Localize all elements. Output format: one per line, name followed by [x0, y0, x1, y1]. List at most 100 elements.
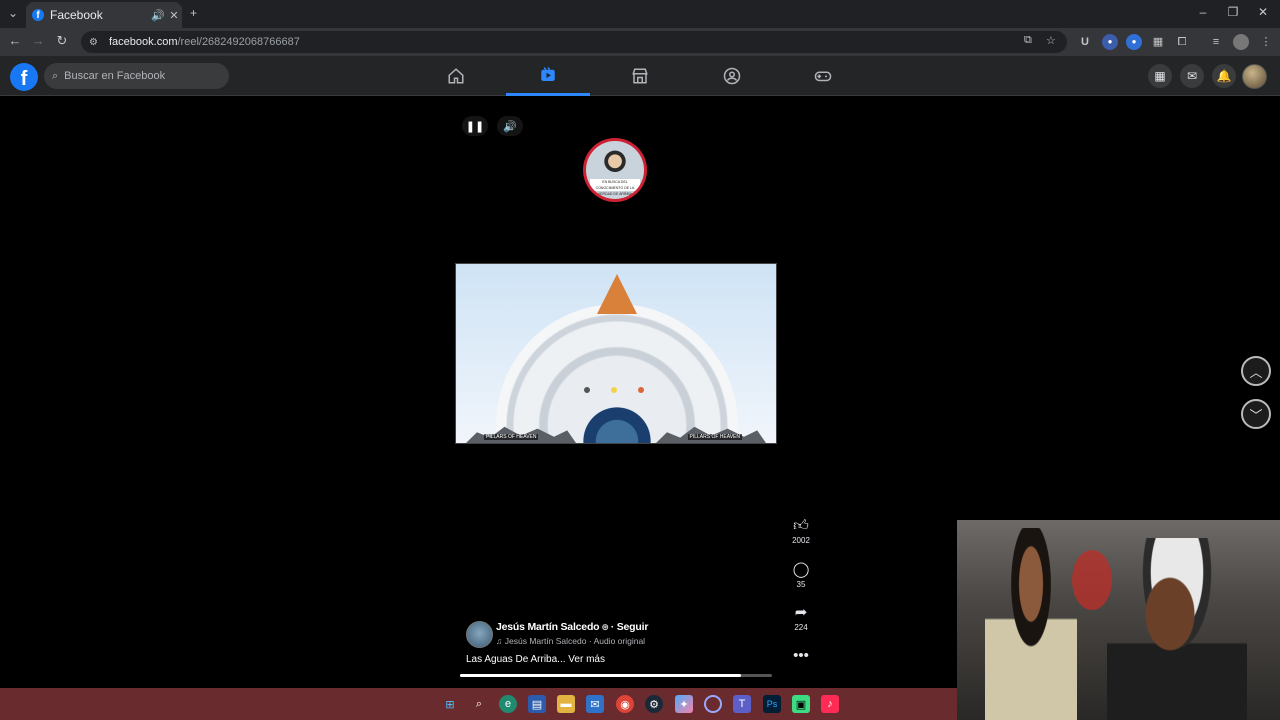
- profile-photo: EN BUSCA DEL CONOCIMIENTO DE LA VERDAD D…: [586, 141, 644, 199]
- forward-icon[interactable]: →: [29, 33, 47, 48]
- reel-video[interactable]: PILLARS OF HEAVEN PILLARS OF HEAVEN: [455, 263, 777, 444]
- caption-text: Las Aguas De Arriba...: [466, 654, 566, 665]
- thumbs-up-icon: 👍︎: [793, 517, 809, 534]
- author-avatar[interactable]: [466, 621, 493, 648]
- chevron-up-icon: ︿: [1249, 364, 1263, 380]
- url-bar[interactable]: ⚙ facebook.com/reel/2682492068766687: [81, 31, 1067, 53]
- windows-start-icon[interactable]: ⊞: [441, 695, 459, 713]
- video-label-left: PILLARS OF HEAVEN: [484, 434, 539, 440]
- photoshop-icon[interactable]: Ps: [763, 695, 781, 713]
- webcam-background-object: [1072, 550, 1112, 610]
- home-icon: [448, 68, 464, 84]
- video-dots: [584, 387, 644, 393]
- search-icon[interactable]: ⌕: [470, 695, 488, 713]
- comment-count: 35: [796, 580, 806, 589]
- menu-grid-button[interactable]: ▦: [1148, 64, 1172, 88]
- video-spire-graphic: [597, 274, 637, 314]
- teams-icon[interactable]: T: [733, 695, 751, 713]
- address-toolbar: ← → ↻ ⚙ facebook.com/reel/26824920687666…: [0, 28, 1280, 56]
- browser-tab-strip: ⌄ f Facebook 🔊 ✕ + – ❐ ✕: [0, 0, 1280, 28]
- verified-icon: ⊛: [601, 622, 609, 632]
- reels-icon: [541, 66, 555, 81]
- app-icon[interactable]: [704, 695, 722, 713]
- audio-link[interactable]: ♫ Jesús Martín Salcedo · Audio original: [496, 636, 645, 646]
- gaming-icon: [814, 71, 832, 82]
- reel-progress-fill: [460, 674, 741, 677]
- new-tab-icon[interactable]: +: [190, 6, 197, 20]
- reel-author: Jesús Martín Salcedo ⊛ · Seguir ♫ Jesús Ma…: [466, 620, 786, 650]
- install-app-icon[interactable]: ⧉: [1024, 34, 1032, 47]
- url-path: /reel/2682492068766687: [177, 36, 300, 48]
- steam-icon[interactable]: ⚙: [645, 695, 663, 713]
- reel-progress-bar[interactable]: [460, 674, 772, 677]
- bookmark-star-icon[interactable]: ☆: [1046, 34, 1056, 47]
- next-reel-button[interactable]: ﹀: [1241, 399, 1271, 429]
- url-host: facebook.com: [109, 36, 178, 48]
- store-icon[interactable]: ▤: [528, 695, 546, 713]
- site-info-icon[interactable]: ⚙: [89, 37, 103, 48]
- more-options-button[interactable]: •••: [786, 648, 816, 664]
- tab-marketplace[interactable]: [598, 56, 682, 96]
- pause-button[interactable]: ❚❚: [462, 116, 488, 136]
- edge-icon[interactable]: e: [499, 695, 517, 713]
- comment-icon: ◯: [792, 561, 810, 578]
- webcam-person-left: [985, 528, 1077, 720]
- restore-icon[interactable]: ❐: [1218, 5, 1248, 19]
- like-button[interactable]: 👍︎ 2002: [786, 517, 816, 546]
- extension-shield-icon[interactable]: ●: [1102, 34, 1118, 50]
- see-more-link[interactable]: Ver más: [568, 654, 605, 665]
- chrome-icon[interactable]: ◉: [616, 695, 634, 713]
- share-button[interactable]: ➦ 224: [786, 604, 816, 633]
- browser-menu-icon[interactable]: ⋮: [1258, 34, 1274, 50]
- file-explorer-icon[interactable]: ▬: [557, 695, 575, 713]
- messenger-button[interactable]: ✉: [1180, 64, 1204, 88]
- volume-button[interactable]: 🔊: [497, 116, 523, 136]
- facebook-header: f ⌕ Buscar en Facebook ▦ ✉ 🔔: [0, 56, 1280, 96]
- facebook-logo[interactable]: f: [10, 63, 38, 91]
- video-label-right: PILLARS OF HEAVEN: [687, 434, 742, 440]
- extension-u-icon[interactable]: U: [1077, 34, 1093, 50]
- minimize-icon[interactable]: –: [1188, 5, 1218, 19]
- tab-groups[interactable]: [690, 56, 774, 96]
- extension-blue-icon[interactable]: ●: [1126, 34, 1142, 50]
- notifications-button[interactable]: 🔔: [1212, 64, 1236, 88]
- previous-reel-button[interactable]: ︿: [1241, 356, 1271, 386]
- audio-playing-icon[interactable]: 🔊: [150, 9, 166, 22]
- reel-caption: Las Aguas De Arriba... Ver más: [466, 654, 605, 665]
- mail-icon[interactable]: ✉: [586, 695, 604, 713]
- copilot-icon[interactable]: ✦: [675, 695, 693, 713]
- close-tab-icon[interactable]: ✕: [166, 9, 182, 22]
- back-icon[interactable]: ←: [6, 33, 24, 48]
- close-window-icon[interactable]: ✕: [1248, 5, 1278, 19]
- reload-icon[interactable]: ↻: [53, 33, 71, 49]
- tab-list-icon[interactable]: ⌄: [8, 6, 18, 20]
- extensions-puzzle-icon[interactable]: ⧠: [1174, 34, 1190, 50]
- follow-button[interactable]: Seguir: [617, 621, 649, 633]
- tiktok-icon[interactable]: ♪: [821, 695, 839, 713]
- facebook-search-input[interactable]: ⌕ Buscar en Facebook: [44, 63, 229, 89]
- app-green-icon[interactable]: ▣: [792, 695, 810, 713]
- bell-icon: 🔔: [1216, 69, 1232, 83]
- profile-icon[interactable]: [1233, 34, 1249, 50]
- facebook-favicon: f: [32, 9, 44, 21]
- share-icon: ➦: [794, 604, 808, 621]
- search-placeholder: Buscar en Facebook: [64, 70, 166, 82]
- account-avatar[interactable]: [1242, 64, 1267, 89]
- reel-profile-picture[interactable]: EN BUSCA DEL CONOCIMIENTO DE LA VERDAD D…: [583, 138, 647, 202]
- media-control-icon[interactable]: ≡: [1208, 34, 1224, 50]
- audio-text: Jesús Martín Salcedo · Audio original: [504, 636, 646, 646]
- tab-gaming[interactable]: [781, 56, 865, 96]
- pause-icon: ❚❚: [465, 120, 485, 133]
- extension-grid-icon[interactable]: ▦: [1150, 34, 1166, 50]
- browser-tab-facebook[interactable]: f Facebook 🔊 ✕: [26, 2, 182, 28]
- webcam-person-right: [1107, 538, 1247, 720]
- windows-taskbar: ⊞ ⌕ e ▤ ▬ ✉ ◉ ⚙ ✦ T Ps ▣ ♪: [0, 688, 957, 720]
- comment-button[interactable]: ◯ 35: [786, 561, 816, 590]
- tab-reels[interactable]: [506, 56, 590, 96]
- speaker-icon: 🔊: [503, 120, 517, 133]
- search-icon: ⌕: [52, 69, 59, 82]
- author-name[interactable]: Jesús Martín Salcedo: [496, 621, 600, 633]
- tab-home[interactable]: [414, 56, 498, 96]
- webcam-overlay: [957, 520, 1280, 720]
- grid-icon: ▦: [1154, 69, 1166, 83]
